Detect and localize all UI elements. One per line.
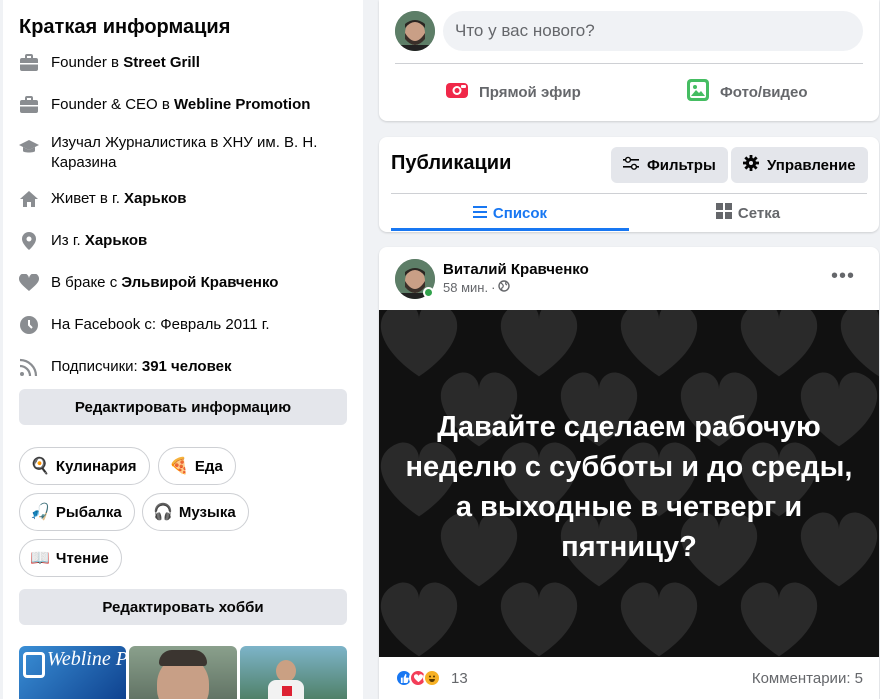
briefcase-icon — [19, 53, 39, 73]
info-link[interactable]: Эльвирой Кравченко — [121, 274, 278, 291]
info-link[interactable]: 391 человек — [142, 358, 232, 375]
publications-title: Публикации — [391, 152, 512, 174]
avatar[interactable] — [395, 11, 435, 51]
tab-list[interactable]: Список — [391, 199, 629, 227]
edit-hobbies-button[interactable]: Редактировать хобби — [19, 589, 347, 625]
post-footer: 13 Комментарии: 5 — [379, 657, 879, 699]
post-image[interactable]: Давайте сделаем рабочую неделю с субботы… — [379, 310, 879, 657]
composer-input[interactable]: Что у вас нового? — [443, 11, 863, 51]
clock-icon — [19, 315, 39, 335]
online-status-indicator — [423, 287, 434, 298]
divider — [395, 63, 863, 64]
briefcase-icon — [19, 95, 39, 115]
reactions[interactable] — [395, 669, 441, 687]
frying-pan-icon: 🍳 — [30, 458, 50, 475]
info-row-married: В браке с Эльвирой Кравченко — [19, 273, 349, 293]
pizza-icon: 🍕 — [169, 458, 189, 475]
intro-panel: Краткая информация Founder в Street Gril… — [3, 0, 363, 699]
post-meta: 58 мин. · — [443, 280, 511, 295]
info-row-work-1: Founder в Street Grill — [19, 53, 349, 73]
hobby-chip-cooking[interactable]: 🍳 Кулинария — [19, 447, 150, 485]
info-row-lives: Живет в г. Харьков — [19, 189, 349, 209]
book-icon: 📖 — [30, 550, 50, 567]
rss-icon — [19, 357, 39, 377]
haha-icon — [423, 669, 441, 687]
info-row-joined: На Facebook с: Февраль 2011 г. — [19, 315, 349, 335]
intro-title: Краткая информация — [19, 16, 231, 38]
hobby-chip-food[interactable]: 🍕 Еда — [158, 447, 236, 485]
info-link[interactable]: Харьков — [124, 190, 186, 207]
filters-button[interactable]: Фильтры — [611, 147, 728, 183]
fishing-icon: 🎣 — [30, 504, 50, 521]
info-row-education: Изучал Журналистика в ХНУ им. В. Н. Кара… — [19, 133, 339, 173]
featured-photo[interactable] — [129, 646, 237, 699]
info-row-from: Из г. Харьков — [19, 231, 349, 251]
post-card: Виталий Кравченко 58 мин. · ••• Давайте … — [379, 247, 879, 699]
photo-video-button[interactable]: Фото/видео — [686, 78, 808, 106]
post-text: Давайте сделаем рабочую неделю с субботы… — [405, 411, 853, 563]
comments-count[interactable]: Комментарии: 5 — [752, 670, 863, 687]
sliders-icon — [623, 156, 639, 174]
info-row-followers: Подписчики: 391 человек — [19, 357, 349, 377]
featured-photo[interactable] — [239, 646, 347, 699]
photo-logo-text: Webline Promot — [47, 648, 126, 670]
grid-icon — [715, 203, 732, 223]
featured-photos: Webline Promot — [19, 646, 347, 699]
post-author-name[interactable]: Виталий Кравченко — [443, 261, 589, 278]
globe-icon — [498, 280, 511, 295]
home-icon — [19, 189, 39, 209]
tab-grid[interactable]: Сетка — [629, 199, 867, 227]
reactions-count[interactable]: 13 — [451, 670, 468, 687]
graduation-cap-icon — [19, 137, 39, 157]
info-row-work-2: Founder & CEO в Webline Promotion — [19, 95, 349, 115]
hobby-chip-music[interactable]: 🎧 Музыка — [142, 493, 249, 531]
heart-icon — [19, 273, 39, 293]
composer-card: Что у вас нового? Прямой эфир Фото/видео — [379, 0, 879, 121]
live-video-button[interactable]: Прямой эфир — [445, 78, 581, 106]
featured-photo[interactable]: Webline Promot — [19, 646, 127, 699]
info-link[interactable]: Харьков — [85, 232, 147, 249]
divider — [391, 193, 867, 194]
location-pin-icon — [19, 231, 39, 251]
active-tab-indicator — [391, 228, 629, 231]
hobby-chip-reading[interactable]: 📖 Чтение — [19, 539, 122, 577]
manage-button[interactable]: Управление — [731, 147, 868, 183]
hobby-chip-fishing[interactable]: 🎣 Рыбалка — [19, 493, 135, 531]
post-timestamp[interactable]: 58 мин. — [443, 280, 488, 295]
list-icon — [472, 205, 487, 222]
live-video-icon — [445, 80, 469, 104]
gear-icon — [743, 155, 759, 175]
photo-video-icon — [686, 78, 710, 106]
info-link[interactable]: Webline Promotion — [174, 96, 310, 113]
edit-info-button[interactable]: Редактировать информацию — [19, 389, 347, 425]
publications-card: Публикации Фильтры Управление Список Сет… — [379, 137, 879, 232]
info-link[interactable]: Street Grill — [123, 54, 200, 71]
headphones-icon: 🎧 — [153, 504, 173, 521]
more-options-icon[interactable]: ••• — [831, 265, 855, 288]
